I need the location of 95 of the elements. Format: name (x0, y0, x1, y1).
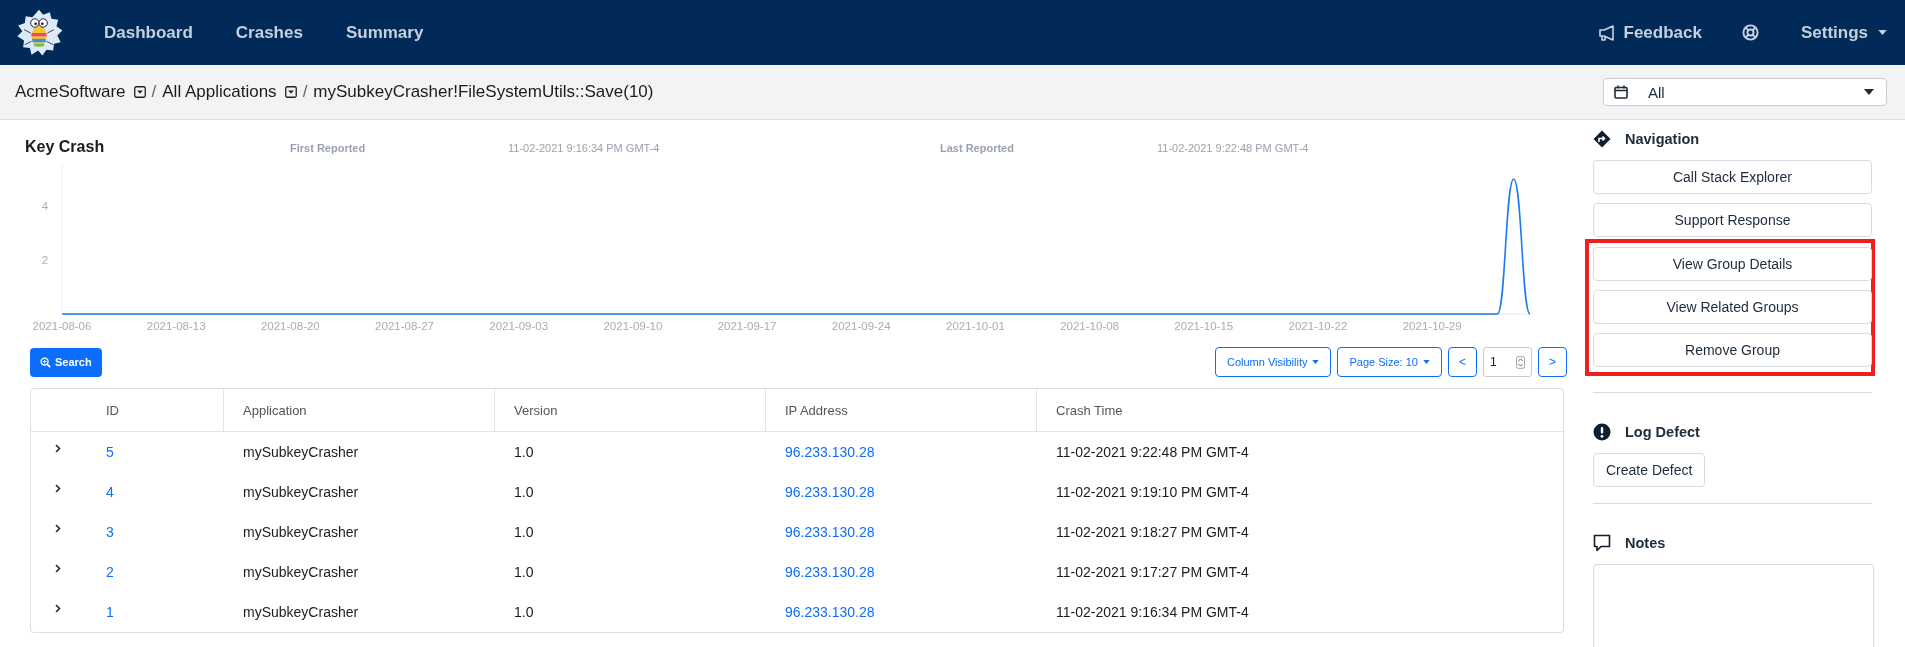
section-title: Navigation (1625, 131, 1700, 147)
table-cell-text: 11-02-2021 9:16:34 PM GMT-4 (1055, 604, 1250, 620)
previous-page-button[interactable]: < (1447, 347, 1477, 377)
table-cell-text: 11-02-2021 9:17:27 PM GMT-4 (1055, 564, 1250, 580)
navigation-button[interactable]: Call Stack Explorer (1593, 160, 1872, 194)
table-cell-text: mySubkeyCrasher (242, 444, 360, 460)
x-tick-label: 2021-08-13 (146, 320, 206, 332)
nav-link[interactable]: Dashboard (104, 22, 193, 43)
x-tick-label: 2021-08-27 (375, 320, 434, 332)
next-page-button[interactable]: > (1538, 347, 1567, 377)
crash-id-link[interactable]: 3 (106, 524, 114, 540)
speech-bubble-icon (1593, 534, 1611, 552)
date-range-select[interactable]: All (1603, 78, 1887, 106)
exclamation-icon (1593, 423, 1611, 441)
x-tick-label: 2021-10-29 (1402, 320, 1462, 332)
crash-id-link[interactable]: 1 (106, 604, 114, 620)
x-tick-label: 2021-10-08 (1060, 320, 1119, 332)
table-cell-text: 11-02-2021 9:18:27 PM GMT-4 (1055, 524, 1250, 540)
x-tick-label: 2021-08-06 (32, 320, 92, 332)
dropdown-icon[interactable] (133, 86, 146, 98)
caret-icon (1312, 360, 1320, 364)
crash-id-link[interactable]: 5 (106, 444, 114, 460)
ip-address-link[interactable]: 96.233.130.28 (785, 564, 875, 580)
navigation-button[interactable]: Remove Group (1593, 333, 1872, 367)
section-title: Notes (1625, 535, 1666, 551)
section-title: Log Defect (1625, 424, 1700, 440)
table-cell-text: 1.0 (513, 604, 535, 620)
chevron-icon[interactable] (55, 563, 61, 573)
table-cell-text: mySubkeyCrasher (242, 604, 360, 620)
x-tick-label: 2021-08-20 (260, 320, 320, 332)
x-tick-label: 2021-09-17 (717, 320, 777, 332)
create-defect-button[interactable]: Create Defect (1593, 453, 1706, 487)
last-reported-label: Last Reported (940, 142, 1015, 154)
column-header[interactable]: IP Address (765, 389, 1036, 431)
x-tick-label: 2021-10-01 (946, 320, 1005, 332)
notes-field[interactable] (1593, 564, 1874, 647)
ip-address-link[interactable]: 96.233.130.28 (785, 524, 875, 540)
x-tick-label: 2021-09-24 (831, 320, 891, 332)
nav-link[interactable]: Crashes (235, 22, 303, 43)
ip-address-link[interactable]: 96.233.130.28 (785, 604, 875, 620)
dropdown-icon[interactable] (284, 86, 297, 98)
settings-menu[interactable]: Settings (1800, 22, 1887, 43)
breadcrumb-item[interactable]: mySubkeyCrasher!FileSystemUtils::Save(10) (313, 82, 654, 102)
navigation-button[interactable]: Support Response (1593, 203, 1872, 237)
ip-address-link[interactable]: 96.233.130.28 (785, 484, 875, 500)
x-tick-label: 2021-09-10 (603, 320, 663, 332)
navigation-button[interactable]: View Related Groups (1593, 290, 1872, 324)
crash-id-link[interactable]: 4 (106, 484, 114, 500)
table-cell-text: 1.0 (513, 484, 535, 500)
first-reported-value: 11-02-2021 9:16:34 PM GMT-4 (508, 142, 661, 154)
x-tick-label: 2021-10-15 (1174, 320, 1234, 332)
search-button[interactable]: Search (30, 347, 102, 377)
caret-icon (1864, 89, 1874, 95)
ip-address-link[interactable]: 96.233.130.28 (785, 444, 875, 460)
column-visibility-dropdown[interactable]: Column Visibility (1214, 347, 1332, 377)
table-cell-text: mySubkeyCrasher (242, 524, 360, 540)
table-cell-text: mySubkeyCrasher (242, 484, 360, 500)
y-tick-label: 2 (41, 254, 49, 267)
x-tick-label: 2021-09-03 (489, 320, 549, 332)
column-header[interactable]: Version (494, 389, 765, 431)
nav-link[interactable]: Summary (345, 22, 424, 43)
caret-icon (1878, 30, 1887, 35)
caret-icon (1422, 360, 1430, 364)
breadcrumb-separator: / (151, 82, 157, 102)
crash-id-link[interactable]: 2 (106, 564, 114, 580)
chevron-icon[interactable] (55, 523, 61, 533)
chevron-icon[interactable] (55, 603, 61, 613)
breadcrumb-item[interactable]: All Applications (162, 82, 277, 102)
table-cell-text: 1.0 (513, 564, 535, 580)
table-cell-text: 1.0 (513, 524, 535, 540)
page-number-field[interactable]: 1 (1483, 347, 1532, 377)
column-header[interactable]: ID (91, 389, 223, 431)
table-cell-text: mySubkeyCrasher (242, 564, 360, 580)
first-reported-label: First Reported (290, 142, 367, 154)
column-header[interactable]: Crash Time (1036, 389, 1563, 431)
search-icon (40, 356, 51, 368)
navigation-button[interactable]: View Group Details (1593, 247, 1872, 281)
last-reported-value: 11-02-2021 9:22:48 PM GMT-4 (1157, 142, 1309, 154)
chevron-icon[interactable] (55, 483, 61, 493)
table-cell-text: 1.0 (513, 444, 535, 460)
x-tick-label: 2021-10-22 (1288, 320, 1348, 332)
column-header[interactable]: Application (223, 389, 494, 431)
directions-icon (1593, 130, 1611, 148)
feedback-link[interactable]: Feedback (1597, 22, 1702, 43)
calendar-icon (1614, 85, 1628, 99)
chart-title: Key Crash (25, 138, 106, 156)
table-cell-text: 11-02-2021 9:19:10 PM GMT-4 (1055, 484, 1250, 500)
y-tick-label: 4 (41, 200, 49, 213)
help-icon[interactable] (1741, 24, 1759, 41)
table-cell-text: 11-02-2021 9:22:48 PM GMT-4 (1055, 444, 1250, 460)
chevron-icon[interactable] (55, 443, 61, 453)
breadcrumb-separator: / (302, 82, 308, 102)
breadcrumb-item[interactable]: AcmeSoftware (15, 82, 126, 102)
spinner-arrows-icon[interactable] (1516, 355, 1525, 369)
page-size-dropdown[interactable]: Page Size: 10 (1337, 347, 1442, 377)
